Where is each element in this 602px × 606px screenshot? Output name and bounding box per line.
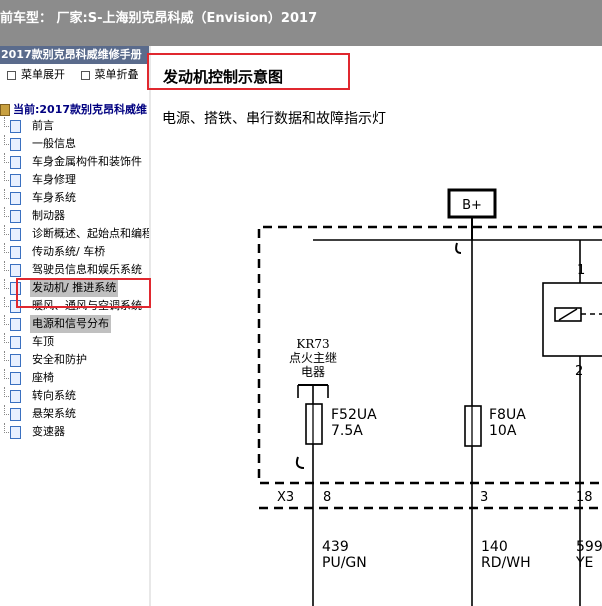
fuse-1 bbox=[305, 403, 323, 445]
fuse-2-name: F8UA bbox=[489, 407, 526, 423]
highlight-title bbox=[147, 53, 350, 90]
sidebar-item-label: 制动器 bbox=[32, 209, 65, 222]
book-icon bbox=[0, 104, 10, 116]
wiring-diagram: B+ 1 2 KR73 点火主继 电器 F52UA 7.5A F8UA 10A … bbox=[257, 188, 602, 606]
sidebar-item[interactable]: 悬架系统 bbox=[0, 405, 150, 423]
book-icon bbox=[10, 210, 21, 223]
book-icon bbox=[10, 120, 21, 133]
fuse-1-rating: 7.5A bbox=[331, 423, 363, 439]
book-icon bbox=[10, 408, 21, 421]
fuse-1-name: F52UA bbox=[331, 407, 377, 423]
sidebar-item[interactable]: 车身金属构件和装饰件 bbox=[0, 153, 150, 171]
sidebar-item-label: 车身系统 bbox=[32, 191, 76, 204]
book-icon bbox=[10, 426, 21, 439]
sidebar-item-label: 车顶 bbox=[32, 335, 54, 348]
collapse-menu-button[interactable]: 菜单折叠 bbox=[69, 64, 139, 86]
book-icon bbox=[10, 372, 21, 385]
wire-140-color: RD/WH bbox=[481, 555, 531, 571]
wire-599-color: YE bbox=[575, 555, 593, 571]
pin-18: 18 bbox=[576, 490, 593, 505]
book-icon bbox=[10, 336, 21, 349]
pin-3: 3 bbox=[480, 490, 488, 505]
sidebar-item[interactable]: 车身系统 bbox=[0, 189, 150, 207]
sidebar-item-label: 转向系统 bbox=[32, 389, 76, 402]
sidebar-item[interactable]: 转向系统 bbox=[0, 387, 150, 405]
sidebar-item[interactable]: 电源和信号分布 bbox=[0, 315, 150, 333]
highlight-engine-item bbox=[16, 278, 151, 308]
book-icon bbox=[10, 246, 21, 259]
book-icon bbox=[10, 390, 21, 403]
sidebar-item[interactable]: 车身修理 bbox=[0, 171, 150, 189]
expand-icon bbox=[7, 70, 16, 80]
sidebar-item-label: 悬架系统 bbox=[32, 407, 76, 420]
sidebar-item-label: 车身修理 bbox=[32, 173, 76, 186]
sidebar-item[interactable]: 座椅 bbox=[0, 369, 150, 387]
sidebar-item-label: 变速器 bbox=[32, 425, 65, 438]
sidebar-item[interactable]: 一般信息 bbox=[0, 135, 150, 153]
sidebar: 2017款别克昂科威维修手册 菜单展开 菜单折叠 当前:2017款别克昂科威维 … bbox=[0, 46, 151, 606]
menu-controls: 菜单展开 菜单折叠 bbox=[0, 64, 150, 86]
fuse-2 bbox=[464, 405, 482, 447]
sidebar-item[interactable]: 驾驶员信息和娱乐系统 bbox=[0, 261, 150, 279]
book-icon bbox=[10, 354, 21, 367]
pin-2: 2 bbox=[575, 364, 583, 379]
relay-name-2: 电器 bbox=[301, 365, 325, 379]
title-bar: 前车型： 厂家:S-上海别克昂科威（Envision）2017 bbox=[0, 0, 602, 46]
book-icon bbox=[10, 318, 21, 331]
sidebar-item-label: 诊断概述、起始点和编程 bbox=[32, 227, 151, 240]
vehicle-model-title: 前车型： 厂家:S-上海别克昂科威（Envision）2017 bbox=[0, 11, 318, 26]
book-icon bbox=[10, 264, 21, 277]
connector-x3: X3 bbox=[277, 490, 294, 505]
sidebar-item[interactable]: 车顶 bbox=[0, 333, 150, 351]
wire-439-color: PU/GN bbox=[322, 555, 367, 571]
sidebar-item-label: 前言 bbox=[32, 119, 54, 132]
sidebar-item-label: 驾驶员信息和娱乐系统 bbox=[32, 263, 142, 276]
book-icon bbox=[10, 228, 21, 241]
sidebar-item-label: 车身金属构件和装饰件 bbox=[32, 155, 142, 168]
book-icon bbox=[10, 138, 21, 151]
relay-id: KR73 bbox=[296, 337, 329, 351]
expand-menu-button[interactable]: 菜单展开 bbox=[0, 64, 65, 86]
sidebar-item[interactable]: 制动器 bbox=[0, 207, 150, 225]
book-icon bbox=[10, 156, 21, 169]
content-pane: 发动机控制示意图 电源、搭铁、串行数据和故障指示灯 B+ 1 2 KR73 点火… bbox=[151, 46, 602, 606]
book-icon bbox=[10, 192, 21, 205]
sidebar-item[interactable]: 变速器 bbox=[0, 423, 150, 441]
wire-599: 599 bbox=[576, 539, 602, 555]
sidebar-item-label: 电源和信号分布 bbox=[30, 315, 111, 333]
sidebar-item[interactable]: 传动系统/ 车桥 bbox=[0, 243, 150, 261]
fuse-2-rating: 10A bbox=[489, 423, 517, 439]
sidebar-heading: 2017款别克昂科威维修手册 bbox=[0, 46, 150, 64]
collapse-icon bbox=[80, 70, 90, 80]
sidebar-item[interactable]: 前言 bbox=[0, 117, 150, 135]
book-icon bbox=[10, 174, 21, 187]
relay-name-1: 点火主继 bbox=[289, 351, 337, 365]
tree-root[interactable]: 当前:2017款别克昂科威维 bbox=[0, 101, 147, 117]
sidebar-item-label: 安全和防护 bbox=[32, 353, 87, 366]
sidebar-item[interactable]: 诊断概述、起始点和编程 bbox=[0, 225, 150, 243]
sidebar-item-label: 一般信息 bbox=[32, 137, 76, 150]
pin-8: 8 bbox=[323, 490, 331, 505]
sidebar-item-label: 座椅 bbox=[32, 371, 54, 384]
wire-439: 439 bbox=[322, 539, 349, 555]
battery-label: B+ bbox=[462, 198, 482, 213]
sidebar-item[interactable]: 安全和防护 bbox=[0, 351, 150, 369]
pin-1: 1 bbox=[577, 263, 585, 278]
sidebar-item-label: 传动系统/ 车桥 bbox=[32, 245, 106, 258]
wire-140: 140 bbox=[481, 539, 508, 555]
